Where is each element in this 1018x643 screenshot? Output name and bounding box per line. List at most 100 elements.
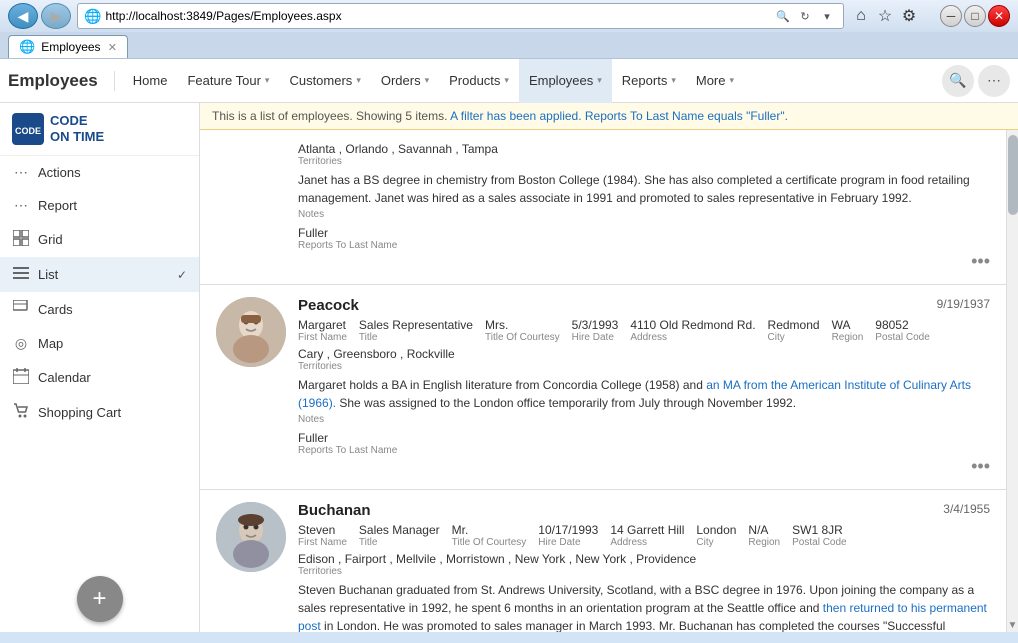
filter-link[interactable]: A filter has been applied. Reports To La… [450, 109, 788, 123]
minimize-button[interactable]: ─ [940, 5, 962, 27]
table-row: Buchanan 3/4/1955 Steven First Name Sale… [200, 490, 1006, 632]
orders-caret: ▾ [425, 75, 430, 86]
tab-close-button[interactable]: ✕ [108, 41, 117, 54]
emp-city-buchanan: London City [696, 523, 736, 548]
top-nav: Employees Home Feature Tour ▾ Customers … [0, 59, 1018, 103]
settings-button[interactable]: ⚙ [898, 5, 920, 27]
sidebar-menu: ⋯ Actions ⋯ Report Grid Li [0, 156, 199, 566]
sidebar-item-cards[interactable]: Cards [0, 292, 199, 327]
refresh-button[interactable]: ↻ [795, 6, 815, 26]
sidebar-item-shopping-cart[interactable]: Shopping Cart [0, 395, 199, 430]
list-scroll-area: Atlanta , Orlando , Savannah , Tampa Ter… [200, 130, 1018, 632]
sidebar-item-actions[interactable]: ⋯ Actions [0, 156, 199, 189]
nav-item-customers[interactable]: Customers ▾ [279, 59, 370, 103]
nav-customers-label: Customers [289, 73, 352, 88]
customers-caret: ▾ [356, 75, 361, 86]
fab-button[interactable]: + [77, 576, 123, 622]
tab-title: Employees [41, 40, 100, 54]
active-tab[interactable]: 🌐 Employees ✕ [8, 35, 128, 58]
emp-firstname-field: Margaret First Name [298, 318, 347, 343]
sidebar-report-label: Report [38, 198, 77, 213]
nav-item-home[interactable]: Home [123, 59, 178, 103]
tab-bar: 🌐 Employees ✕ [0, 32, 1018, 58]
emp-address-buchanan: 14 Garrett Hill Address [610, 523, 684, 548]
nav-products-label: Products [449, 73, 500, 88]
emp-toc-field: Mrs. Title Of Courtesy [485, 318, 560, 343]
nav-orders-label: Orders [381, 73, 421, 88]
nav-item-reports[interactable]: Reports ▾ [612, 59, 686, 103]
emp-region-field: WA Region [832, 318, 864, 343]
nav-item-employees[interactable]: Employees ▾ [519, 59, 612, 103]
map-icon: ◎ [12, 335, 30, 352]
app-container: CODE CODE ON TIME ⋯ Actions ⋯ Report [0, 103, 1018, 632]
emp-actions-janet[interactable]: ••• [971, 251, 990, 272]
sidebar-item-calendar[interactable]: Calendar [0, 360, 199, 395]
emp-lastname-buchanan: Buchanan [298, 502, 371, 519]
emp-hiredate-field: 5/3/1993 Hire Date [572, 318, 619, 343]
territories-label-janet: Territories [298, 156, 990, 167]
emp-footer-peacock: ••• [298, 456, 990, 477]
scroll-down-button[interactable]: ▼ [1007, 618, 1018, 632]
emp-city-field: Redmond City [768, 318, 820, 343]
sidebar-list-label: List [38, 267, 58, 282]
maximize-button[interactable]: □ [964, 5, 986, 27]
search-button[interactable]: 🔍 [942, 65, 974, 97]
emp-postal-field: 98052 Postal Code [875, 318, 929, 343]
address-input[interactable] [105, 9, 769, 23]
products-caret: ▾ [504, 75, 509, 86]
back-button[interactable]: ◀ [8, 3, 38, 29]
notes-highlight-peacock: an MA from the American Institute of Cul… [298, 378, 971, 410]
sidebar-cards-label: Cards [38, 302, 73, 317]
sidebar-item-report[interactable]: ⋯ Report [0, 189, 199, 222]
nav-more-label: More [696, 73, 726, 88]
scrollbar-thumb[interactable] [1008, 135, 1018, 215]
emp-title-field: Sales Representative Title [359, 318, 473, 343]
notes-highlight-buchanan: then returned to his permanent post [298, 601, 987, 632]
sidebar-item-list[interactable]: List ✓ [0, 257, 199, 292]
employee-body-janet: Atlanta , Orlando , Savannah , Tampa Ter… [298, 142, 990, 272]
report-icon: ⋯ [12, 197, 30, 214]
nav-item-feature-tour[interactable]: Feature Tour ▾ [177, 59, 279, 103]
actions-icon: ⋯ [12, 164, 30, 181]
nav-item-products[interactable]: Products ▾ [439, 59, 519, 103]
emp-dob-buchanan: 3/4/1955 [943, 502, 990, 516]
nav-item-orders[interactable]: Orders ▾ [371, 59, 439, 103]
sidebar-item-grid[interactable]: Grid [0, 222, 199, 257]
close-button[interactable]: ✕ [988, 5, 1010, 27]
reports-caret: ▾ [671, 75, 676, 86]
more-menu-button[interactable]: ⋯ [978, 65, 1010, 97]
emp-title-buchanan: Sales Manager Title [359, 523, 440, 548]
nav-item-more[interactable]: More ▾ [686, 59, 744, 103]
calendar-icon [12, 368, 30, 387]
nav-menu: Home Feature Tour ▾ Customers ▾ Orders ▾… [123, 59, 942, 103]
emp-toc-buchanan: Mr. Title Of Courtesy [452, 523, 527, 548]
nav-buttons: ◀ ▶ [8, 3, 71, 29]
employee-body-peacock: Peacock 9/19/1937 Margaret First Name Sa… [298, 297, 990, 477]
forward-button[interactable]: ▶ [41, 3, 71, 29]
app-wrapper: Employees Home Feature Tour ▾ Customers … [0, 59, 1018, 612]
emp-notes-buchanan: Steven Buchanan graduated from St. Andre… [298, 581, 990, 632]
employees-caret: ▾ [597, 75, 602, 86]
search-in-address[interactable]: 🔍 [773, 6, 793, 26]
emp-footer-janet: ••• [298, 251, 990, 272]
cards-icon [12, 300, 30, 319]
emp-postal-buchanan: SW1 8JR Postal Code [792, 523, 846, 548]
main-content: This is a list of employees. Showing 5 i… [200, 103, 1018, 632]
address-bar: 🌐 🔍 ↻ ▾ [77, 3, 844, 29]
scrollbar-track[interactable]: ▼ [1006, 130, 1018, 632]
filter-bar: This is a list of employees. Showing 5 i… [200, 103, 1018, 130]
emp-header-buchanan: Buchanan 3/4/1955 [298, 502, 990, 519]
browser-icon: 🌐 [84, 8, 101, 25]
favorites-button[interactable]: ☆ [874, 5, 896, 27]
address-dropdown[interactable]: ▾ [817, 6, 837, 26]
sidebar-actions-label: Actions [38, 165, 81, 180]
sidebar-item-map[interactable]: ◎ Map [0, 327, 199, 360]
emp-fields-buchanan: Steven First Name Sales Manager Title Mr… [298, 523, 990, 548]
list-checkmark: ✓ [177, 268, 187, 282]
emp-actions-peacock[interactable]: ••• [971, 456, 990, 477]
sidebar-logo: CODE CODE ON TIME [0, 103, 199, 156]
emp-reports-janet: Fuller Reports To Last Name [298, 226, 990, 251]
home-button[interactable]: ⌂ [850, 5, 872, 27]
avatar-placeholder [216, 142, 286, 272]
logo-text: CODE ON TIME [50, 113, 104, 144]
